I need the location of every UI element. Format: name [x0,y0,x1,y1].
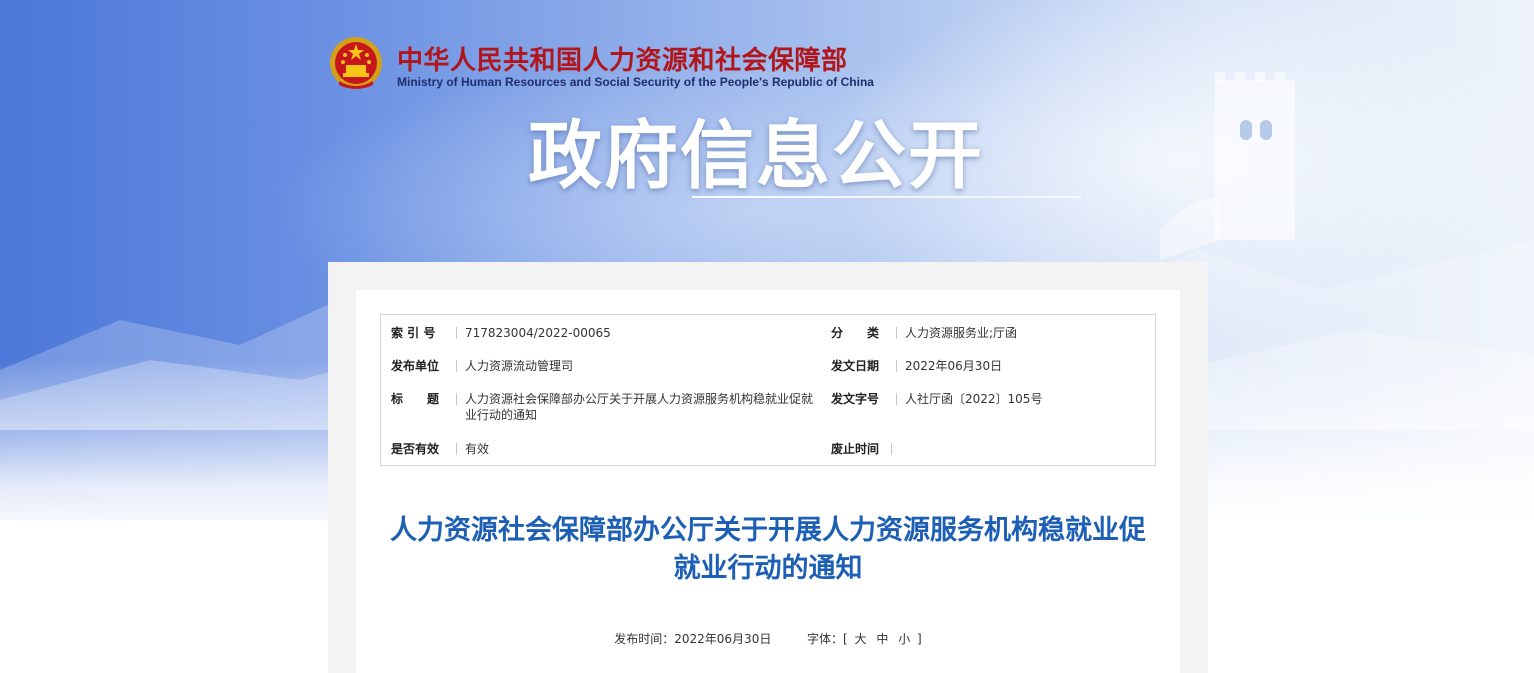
meta-separator [456,393,457,405]
meta-publisher-label: 发布单位 [391,359,440,373]
font-size-label: 字体：[ [807,632,848,646]
meta-separator [896,327,897,339]
meta-publisher-value: 人力资源流动管理司 [465,359,574,373]
font-size-large-button[interactable]: 大 [855,630,867,647]
meta-date-value: 2022年06月30日 [905,359,1003,373]
meta-docno-label: 发文字号 [831,392,880,406]
meta-index-label: 索 引 号 [391,326,436,340]
meta-index-value: 717823004/2022-00065 [465,326,611,340]
ministry-name-cn: 中华人民共和国人力资源和社会保障部 [397,46,848,76]
meta-valid-value: 有效 [465,442,490,456]
meta-docno-value: 人社厅函〔2022〕105号 [905,392,1043,406]
font-size-bracket: ] [917,632,922,646]
meta-title-label: 标 题 [391,392,440,406]
ministry-name-en: Ministry of Human Resources and Social S… [397,75,874,89]
meta-category-label: 分 类 [831,326,880,340]
meta-separator [896,393,897,405]
meta-abolish-label: 废止时间 [831,442,880,456]
article-title: 人力资源社会保障部办公厅关于开展人力资源服务机构稳就业促就业行动的通知 [390,515,1146,584]
document-meta-table: 索 引 号 717823004/2022-00065 分 类 人力资源服务业;厅… [380,314,1156,466]
meta-separator [891,443,892,455]
meta-category-value: 人力资源服务业;厅函 [905,326,1018,340]
font-size-medium-button[interactable]: 中 [876,630,888,647]
banner-title: 政府信息公开 [528,113,984,199]
meta-valid-label: 是否有效 [391,442,440,456]
meta-separator [456,443,457,455]
publish-time: 发布时间：2022年06月30日 [614,632,772,646]
meta-date-label: 发文日期 [831,359,880,373]
meta-separator [456,327,457,339]
national-emblem-icon [330,37,382,89]
article-meta-line: 发布时间：2022年06月30日 字体：[ 大 中 小 ] [380,630,1156,647]
great-wall-tower-image [1160,72,1295,260]
meta-separator [456,360,457,372]
meta-title-value: 人力资源社会保障部办公厅关于开展人力资源服务机构稳就业促就业行动的通知 [465,392,814,422]
banner-divider [692,196,1082,198]
font-size-small-button[interactable]: 小 [898,630,910,647]
meta-separator [896,360,897,372]
